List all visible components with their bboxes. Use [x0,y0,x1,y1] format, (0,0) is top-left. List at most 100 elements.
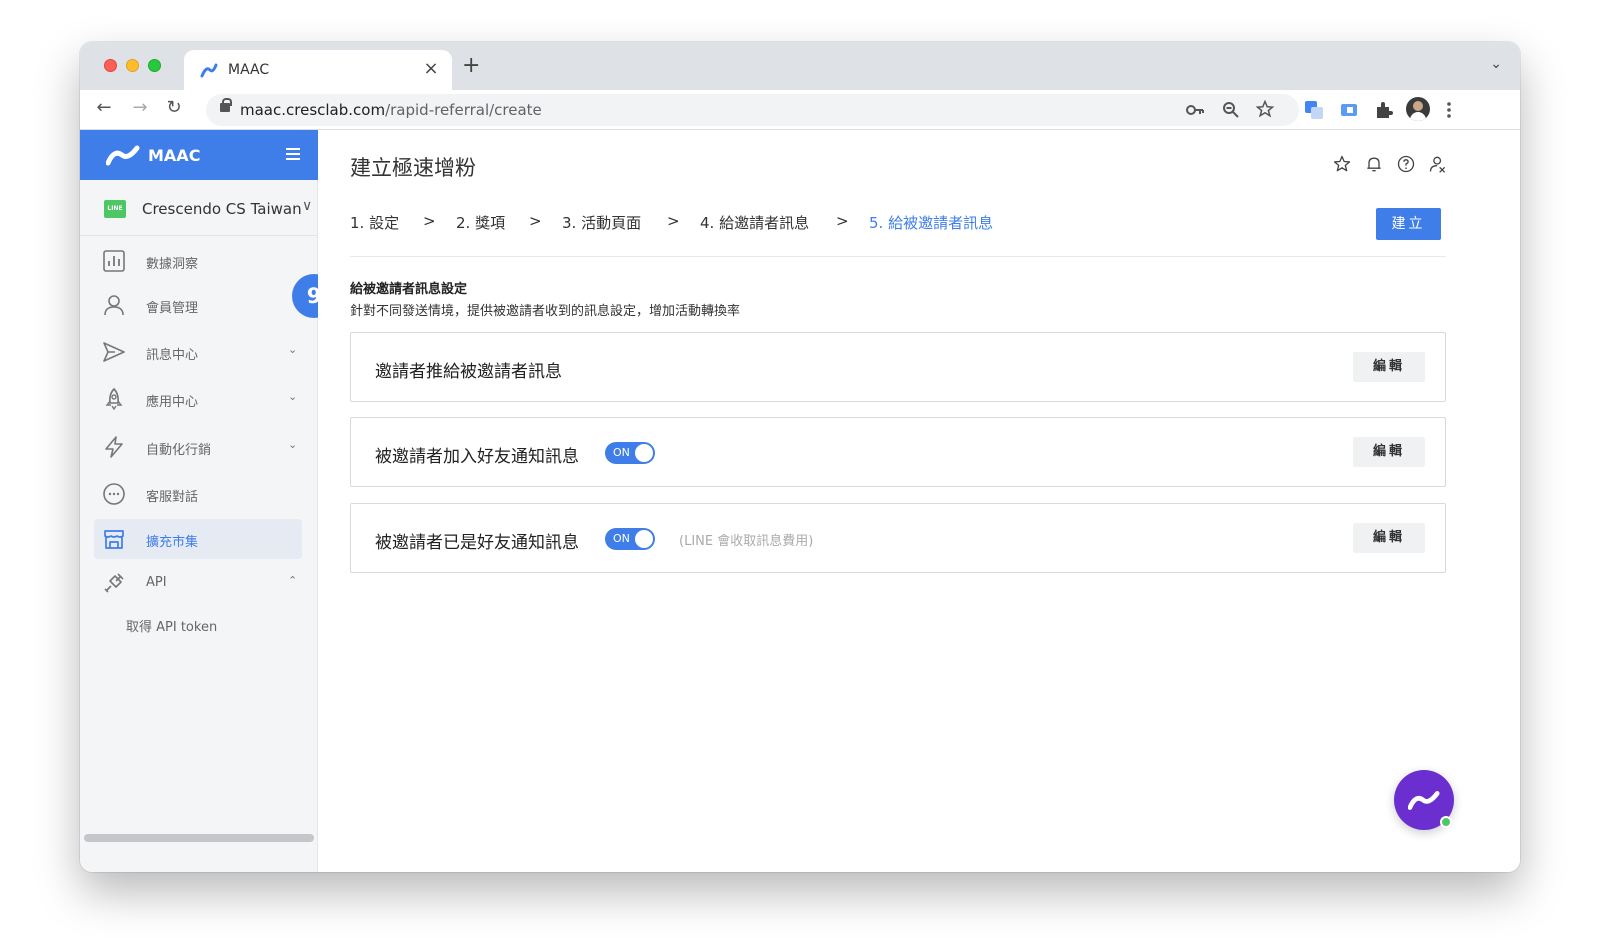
browser-toolbar: ← → ↻ maac.cresclab.com/rapid-referral/c… [80,90,1520,130]
user-switch-icon[interactable] [1428,154,1448,174]
tab-search-chevron-icon[interactable]: ⌄ [1490,56,1502,72]
card-title: 邀請者推給被邀請者訊息 [375,362,562,382]
chat-icon [103,483,125,505]
maac-logo-icon [106,145,140,166]
sidebar-item-messages[interactable]: 訊息中心 ⌄ [94,332,302,372]
lock-icon[interactable] [220,98,232,112]
url-text[interactable]: maac.cresclab.com/rapid-referral/create [240,101,542,119]
sidebar-item-insights[interactable]: 數據洞察 [94,241,302,281]
step-3[interactable]: 3. 活動頁面 [562,212,641,233]
send-icon [103,342,125,362]
chevron-up-icon: ⌃ [288,574,298,587]
hamburger-menu-icon[interactable] [286,148,300,160]
sidebar-item-customer-service[interactable]: 客服對話 [94,474,302,514]
sidebar-item-automation[interactable]: 自動化行銷 ⌄ [94,427,302,467]
step-4[interactable]: 4. 給邀請者訊息 [700,212,809,233]
edit-button[interactable]: 編輯 [1353,523,1425,553]
store-icon [104,530,124,549]
message-card: 被邀請者已是好友通知訊息 ON (LINE 會收取訊息費用) 編輯 [350,503,1446,573]
sidebar-item-apps[interactable]: 應用中心 ⌄ [94,379,302,419]
user-icon [104,295,124,316]
step-separator: > [836,212,849,230]
toggle-label: ON [613,532,630,545]
tab-title: MAAC [228,62,270,78]
step-1[interactable]: 1. 設定 [350,212,399,233]
rocket-icon [105,387,123,411]
back-button[interactable]: ← [92,97,116,118]
section-description: 針對不同發送情境，提供被邀請者收到的訊息設定，增加活動轉換率 [350,304,741,319]
step-separator: > [423,212,436,230]
edit-button[interactable]: 編輯 [1353,352,1425,382]
maac-logo-icon [1408,791,1440,810]
tab-strip: MAAC × + ⌄ [80,42,1520,90]
translate-extension-icon[interactable] [1304,100,1324,120]
section-title: 給被邀請者訊息設定 [350,282,468,297]
bell-icon[interactable] [1364,154,1384,174]
help-icon[interactable] [1396,154,1416,174]
maximize-window-button[interactable] [148,59,161,72]
sidebar-item-label: 應用中心 [146,395,199,410]
plug-icon [104,573,124,593]
extension-icon[interactable] [1339,101,1359,119]
bookmark-star-icon[interactable] [1256,100,1274,118]
tab-close-icon[interactable]: × [420,58,442,79]
url-path: /rapid-referral/create [385,101,542,119]
puzzle-extensions-icon[interactable] [1374,100,1394,120]
sidebar-item-label: 會員管理 [146,301,199,316]
chat-widget-button[interactable] [1394,770,1454,830]
create-button[interactable]: 建立 [1376,208,1441,240]
message-card: 邀請者推給被邀請者訊息 編輯 [350,332,1446,402]
online-status-dot [1440,816,1452,828]
sidebar-item-members[interactable]: 會員管理 [94,285,302,325]
key-icon[interactable] [1186,103,1204,117]
chevron-down-icon: ⌄ [288,390,298,403]
close-window-button[interactable] [104,59,117,72]
sidebar-item-label: 數據洞察 [146,257,199,272]
sidebar-item-label: 擴充市集 [146,535,199,550]
divider [350,256,1446,257]
brand-name: MAAC [148,146,201,165]
sidebar-subitem-api-token[interactable]: 取得 API token [126,616,217,635]
sidebar-item-marketplace[interactable]: 擴充市集 [94,519,302,559]
sidebar-item-api[interactable]: API ⌃ [94,563,302,603]
edit-button[interactable]: 編輯 [1353,437,1425,467]
lightning-icon [105,436,123,458]
sidebar-scrollbar[interactable] [84,834,314,842]
browser-window: MAAC × + ⌄ ← → ↻ maac.cresclab.com/rapid… [80,42,1520,872]
toggle-knob [635,444,653,462]
main-content: 建立極速增粉 1. 設定 > 2. 獎項 > 3. 活動頁面 > 4. 給邀請者… [318,130,1520,872]
chevron-down-icon: ⌄ [288,343,298,356]
forward-button[interactable]: → [128,97,152,118]
notification-toggle[interactable]: ON [605,442,655,464]
card-title: 被邀請者加入好友通知訊息 [375,447,579,467]
address-bar[interactable]: maac.cresclab.com/rapid-referral/create [206,94,1299,126]
step-2[interactable]: 2. 獎項 [456,212,505,233]
sidebar-item-label: 客服對話 [146,490,199,505]
sidebar-item-label: 訊息中心 [146,348,199,363]
new-tab-button[interactable]: + [462,53,480,78]
url-domain: maac.cresclab.com [240,101,386,119]
page-title: 建立極速增粉 [350,156,476,180]
star-icon[interactable] [1332,154,1352,174]
card-title: 被邀請者已是好友通知訊息 [375,533,579,553]
toggle-knob [635,530,653,548]
browser-menu-icon[interactable] [1446,101,1452,119]
browser-tab[interactable]: MAAC × [184,50,452,90]
step-separator: > [529,212,542,230]
minimize-window-button[interactable] [126,59,139,72]
message-card: 被邀請者加入好友通知訊息 ON 編輯 [350,417,1446,487]
step-separator: > [667,212,680,230]
chevron-down-icon: ⌄ [288,438,298,451]
step-5[interactable]: 5. 給被邀請者訊息 [869,212,993,233]
card-note: (LINE 會收取訊息費用) [679,534,814,549]
sidebar: MAAC LINE Crescendo CS Taiwan ∨ 數據洞察 會員管… [80,130,318,872]
account-selector[interactable]: LINE Crescendo CS Taiwan ∨ [80,180,318,236]
sidebar-header: MAAC [80,130,318,180]
zoom-icon[interactable] [1222,101,1240,119]
chart-icon [103,250,125,272]
line-icon: LINE [104,200,126,218]
chevron-down-icon: ∨ [302,198,313,214]
notification-toggle[interactable]: ON [605,528,655,550]
profile-avatar[interactable] [1406,97,1430,121]
reload-button[interactable]: ↻ [162,97,186,118]
